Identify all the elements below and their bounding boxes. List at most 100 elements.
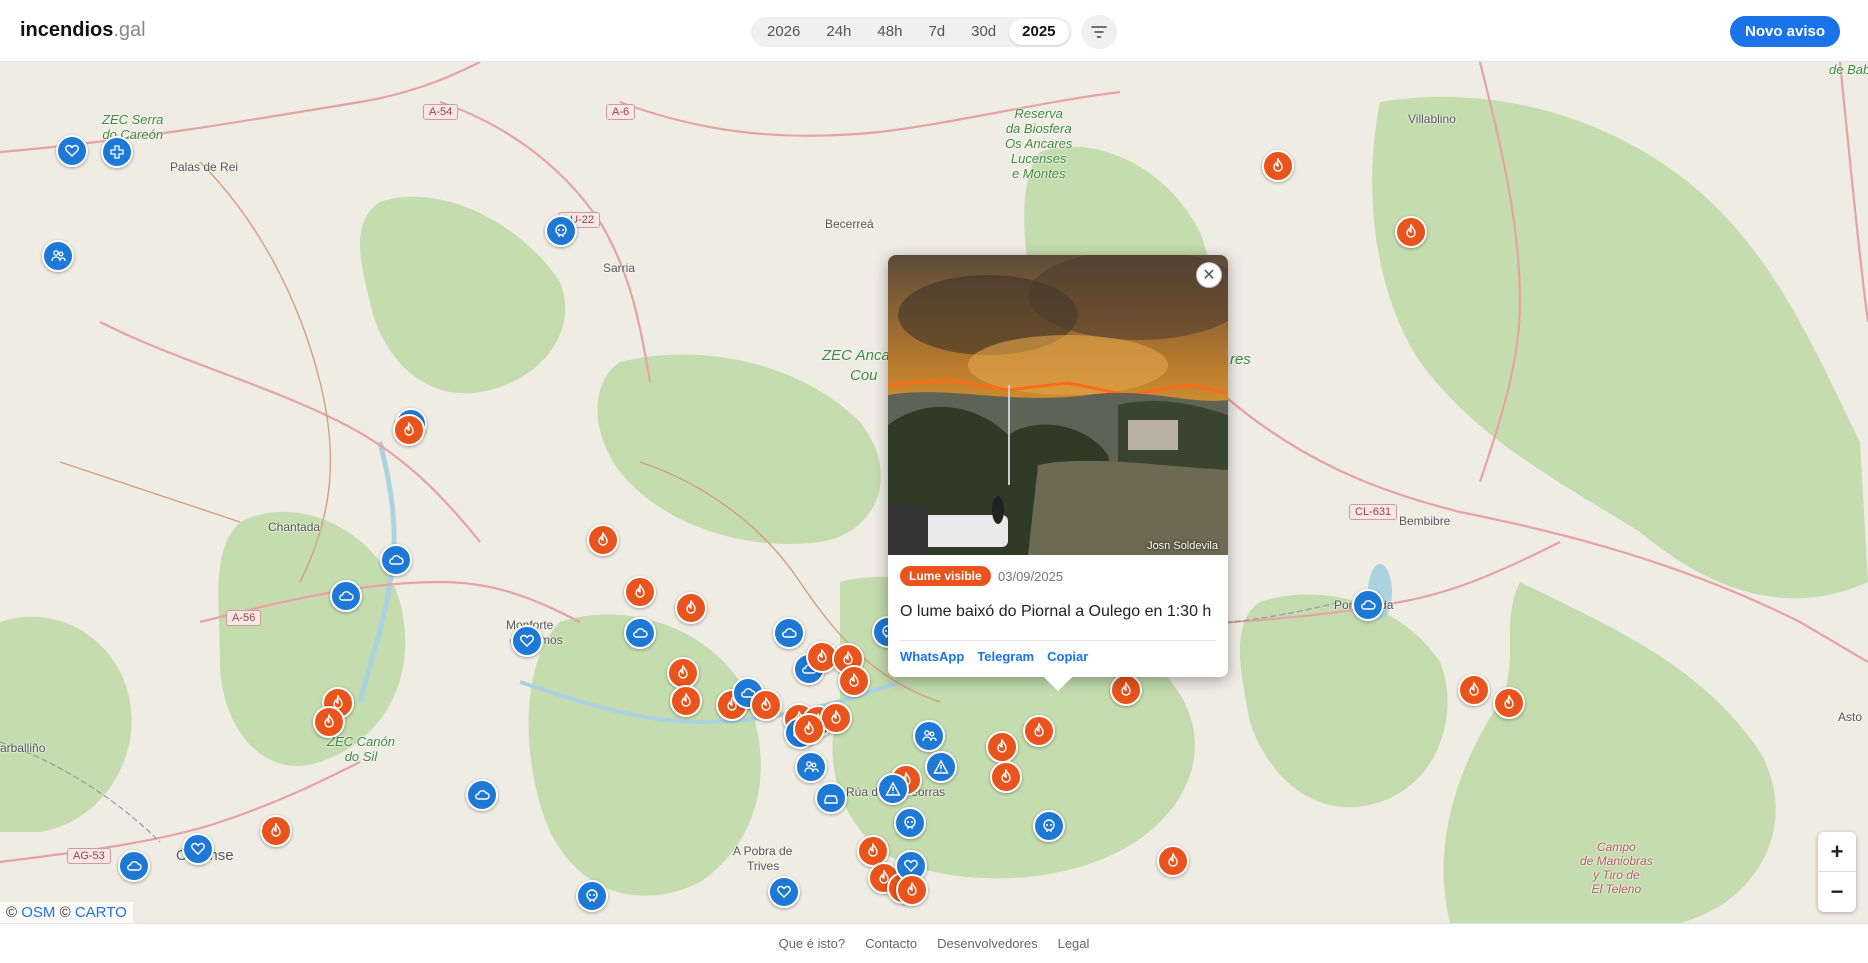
info-report-marker[interactable] <box>56 135 88 167</box>
info-report-marker[interactable] <box>768 876 800 908</box>
fire-report-marker[interactable] <box>393 414 425 446</box>
info-report-marker[interactable] <box>576 880 608 912</box>
logo[interactable]: incendios.gal <box>20 19 146 42</box>
fire-report-marker[interactable] <box>624 576 656 608</box>
skull-icon <box>904 816 916 829</box>
fire-icon <box>1406 224 1416 238</box>
fire-report-marker[interactable] <box>986 731 1018 763</box>
footer-link-contact[interactable]: Contacto <box>865 936 917 951</box>
fire-report-marker[interactable] <box>1395 216 1427 248</box>
fire-report-marker[interactable] <box>260 815 292 847</box>
fire-icon <box>907 882 917 896</box>
fire-report-marker[interactable] <box>313 706 345 738</box>
info-report-marker[interactable] <box>795 751 827 783</box>
range-48h[interactable]: 48h <box>864 19 915 45</box>
info-report-marker[interactable] <box>877 773 909 805</box>
report-photo[interactable] <box>888 255 1228 555</box>
fire-report-marker[interactable] <box>1493 687 1525 719</box>
info-report-marker[interactable] <box>773 617 805 649</box>
new-report-button[interactable]: Novo aviso <box>1730 16 1840 47</box>
road-shield: CL-631 <box>1349 504 1398 520</box>
fire-report-marker[interactable] <box>990 761 1022 793</box>
place-label: Chantada <box>268 520 321 534</box>
info-report-marker[interactable] <box>101 136 133 168</box>
info-report-marker[interactable] <box>894 807 926 839</box>
zoom-out-button[interactable]: − <box>1818 872 1856 912</box>
fire-report-marker[interactable] <box>793 713 825 745</box>
cloud-icon <box>475 790 490 800</box>
share-links: WhatsApp Telegram Copiar <box>900 649 1088 664</box>
info-report-marker[interactable] <box>913 720 945 752</box>
carto-link[interactable]: CARTO <box>75 904 127 921</box>
fire-report-marker[interactable] <box>1023 715 1055 747</box>
cloud-icon <box>389 555 404 565</box>
range-2026[interactable]: 2026 <box>754 19 813 45</box>
close-icon[interactable]: ✕ <box>1196 262 1222 288</box>
fire-report-marker[interactable] <box>675 592 707 624</box>
fire-icon <box>598 532 608 546</box>
report-popup: Josn Soldevila ✕ Lume visible 03/09/2025… <box>888 255 1228 692</box>
time-range-selector: 2026 24h 48h 7d 30d 2025 <box>751 17 1072 47</box>
cloud-icon <box>1361 600 1376 610</box>
fire-report-marker[interactable] <box>1262 150 1294 182</box>
info-report-marker[interactable] <box>1352 589 1384 621</box>
fire-report-marker[interactable] <box>838 665 870 697</box>
footer-link-legal[interactable]: Legal <box>1058 936 1090 951</box>
share-telegram-link[interactable]: Telegram <box>977 649 1034 664</box>
fire-report-marker[interactable] <box>670 685 702 717</box>
fire-icon <box>831 710 841 724</box>
range-24h[interactable]: 24h <box>813 19 864 45</box>
info-report-marker[interactable] <box>380 544 412 576</box>
fire-report-marker[interactable] <box>750 689 782 721</box>
info-report-marker[interactable] <box>182 833 214 865</box>
fire-icon <box>271 823 281 837</box>
heart-icon <box>520 634 534 647</box>
copyright-symbol: © <box>59 904 71 921</box>
range-7d[interactable]: 7d <box>915 19 958 45</box>
fire-icon <box>997 739 1007 753</box>
fire-report-marker[interactable] <box>1110 674 1142 706</box>
status-badge: Lume visible <box>900 566 991 586</box>
skull-icon <box>1043 819 1055 832</box>
info-report-marker[interactable] <box>925 751 957 783</box>
fire-icon <box>868 843 878 857</box>
osm-link[interactable]: OSM <box>21 904 55 921</box>
fire-report-marker[interactable] <box>1458 674 1490 706</box>
info-report-marker[interactable] <box>624 617 656 649</box>
range-30d[interactable]: 30d <box>958 19 1009 45</box>
fire-icon <box>1273 158 1283 172</box>
footer-link-about[interactable]: Que é isto? <box>779 936 846 951</box>
footer-link-developers[interactable]: Desenvolvedores <box>937 936 1037 951</box>
people-icon <box>922 730 937 742</box>
fire-icon <box>1168 853 1178 867</box>
place-label: A Pobra de <box>733 844 793 858</box>
info-report-marker[interactable] <box>42 240 74 272</box>
info-report-marker[interactable] <box>545 215 577 247</box>
place-label: Sarria <box>603 261 636 275</box>
info-report-marker[interactable] <box>330 580 362 612</box>
copy-link[interactable]: Copiar <box>1047 649 1088 664</box>
zoom-in-button[interactable]: + <box>1818 832 1856 872</box>
info-report-marker[interactable] <box>815 782 847 814</box>
fire-report-marker[interactable] <box>587 524 619 556</box>
logo-suffix: .gal <box>113 19 146 41</box>
place-label: arballiño <box>0 741 46 755</box>
fire-report-marker[interactable] <box>1157 845 1189 877</box>
info-report-marker[interactable] <box>466 779 498 811</box>
fire-report-marker[interactable] <box>896 874 928 906</box>
park-label: de Babi <box>1829 62 1868 77</box>
info-report-marker[interactable] <box>1033 810 1065 842</box>
photo-credit: Josn Soldevila <box>1147 540 1218 552</box>
zoom-control: + − <box>1818 832 1856 912</box>
place-label: Becerreá <box>825 217 874 231</box>
range-2025[interactable]: 2025 <box>1009 19 1069 45</box>
place-label: Bembibre <box>1399 514 1451 528</box>
map[interactable]: Palas de Rei Sarria Becerreá Chantada Mo… <box>0 62 1868 923</box>
filter-icon <box>1091 26 1107 38</box>
share-whatsapp-link[interactable]: WhatsApp <box>900 649 964 664</box>
info-report-marker[interactable] <box>118 850 150 882</box>
filter-button[interactable] <box>1081 15 1117 49</box>
info-report-marker[interactable] <box>511 625 543 657</box>
fire-icon <box>678 665 688 679</box>
report-date: 03/09/2025 <box>998 569 1064 584</box>
